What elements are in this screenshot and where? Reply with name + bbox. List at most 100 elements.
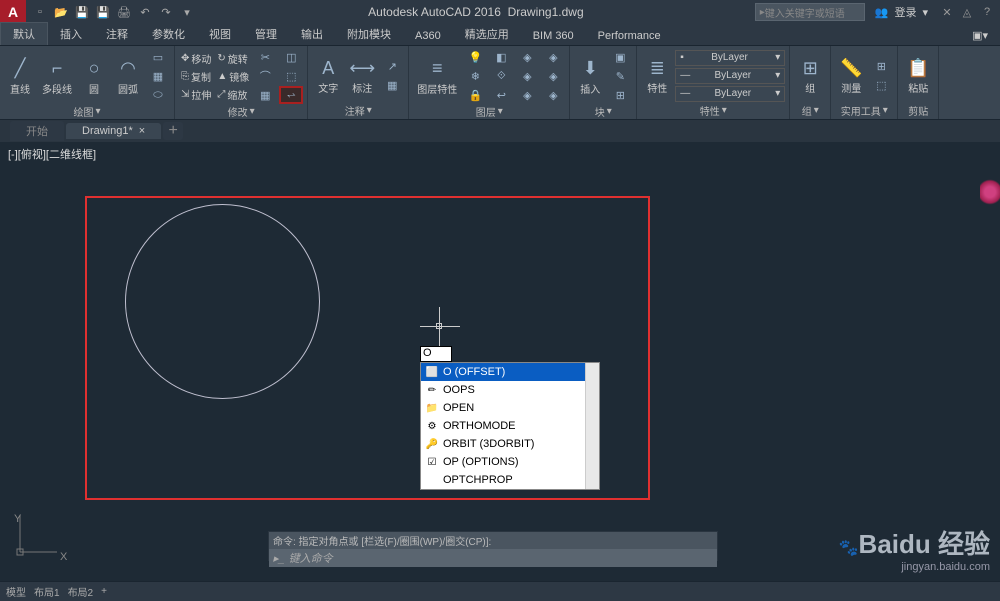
array-icon[interactable]: ▦ bbox=[253, 86, 277, 104]
layer-match-icon[interactable]: ⟐ bbox=[489, 67, 513, 85]
tab-featured[interactable]: 精选应用 bbox=[453, 23, 521, 45]
move-button[interactable]: ✥ 移动 bbox=[179, 50, 213, 67]
ac-item-orthomode[interactable]: ⚙ORTHOMODE bbox=[421, 417, 599, 435]
line-button[interactable]: ╱直线 bbox=[4, 55, 36, 98]
tab-output[interactable]: 输出 bbox=[289, 23, 335, 45]
add-tab-button[interactable]: + bbox=[163, 122, 183, 140]
insert-block-button[interactable]: ⬇插入 bbox=[574, 55, 606, 98]
tab-performance[interactable]: Performance bbox=[586, 27, 673, 45]
drawn-circle[interactable] bbox=[125, 204, 320, 399]
layer-lock-icon[interactable]: 🔒 bbox=[463, 86, 487, 104]
command-line[interactable]: 命令: 指定对角点或 [栏选(F)/圈围(WP)/圈交(CP)]: ▸_ 键入命… bbox=[268, 531, 718, 561]
ucs-icon[interactable]: Y X bbox=[12, 510, 62, 563]
tab-manage[interactable]: 管理 bbox=[243, 23, 289, 45]
layer-ex6-icon[interactable]: ◈ bbox=[541, 86, 565, 104]
qat-more-icon[interactable]: ▾ bbox=[177, 2, 197, 22]
drawing-canvas[interactable]: [-][俯视][二维线框] O ⬜O (OFFSET) ✏OOPS 📁OPEN … bbox=[0, 142, 1000, 581]
add-layout-icon[interactable]: + bbox=[101, 586, 107, 597]
plot-icon[interactable]: 🖨 bbox=[114, 2, 134, 22]
redo-icon[interactable]: ↷ bbox=[156, 2, 176, 22]
ac-item-oops[interactable]: ✏OOPS bbox=[421, 381, 599, 399]
calc-icon[interactable]: ⊞ bbox=[869, 57, 893, 75]
document-tabs: 开始 Drawing1*× + bbox=[0, 120, 1000, 142]
tab-bim360[interactable]: BIM 360 bbox=[521, 27, 586, 45]
tab-default[interactable]: 默认 bbox=[0, 22, 48, 45]
help-icon[interactable]: ? bbox=[978, 3, 996, 21]
dynamic-input[interactable]: O bbox=[420, 346, 452, 362]
arc-button[interactable]: ◠圆弧 bbox=[112, 55, 144, 98]
scale-button[interactable]: ⤢ 缩放 bbox=[215, 86, 251, 103]
saveas-icon[interactable]: 💾 bbox=[93, 2, 113, 22]
properties-button[interactable]: ≣特性 bbox=[641, 54, 673, 97]
tab-start[interactable]: 开始 bbox=[10, 121, 64, 141]
linetype-combo[interactable]: — ByLayer ▾ bbox=[675, 86, 785, 102]
layout2-tab[interactable]: 布局2 bbox=[68, 584, 94, 599]
exchange-icon[interactable]: ✕ bbox=[938, 3, 956, 21]
close-icon[interactable]: × bbox=[139, 125, 145, 137]
ac-item-optchprop[interactable]: OPTCHPROP bbox=[421, 471, 599, 489]
polyline-button[interactable]: ⌐多段线 bbox=[38, 55, 76, 98]
autocomplete-scrollbar[interactable] bbox=[585, 363, 599, 489]
color-combo[interactable]: ▪ ByLayer ▾ bbox=[675, 50, 785, 66]
layer-prev-icon[interactable]: ↩ bbox=[489, 86, 513, 104]
tab-drawing1[interactable]: Drawing1*× bbox=[66, 123, 161, 139]
edit-block-icon[interactable]: ✎ bbox=[608, 67, 632, 85]
hatch-icon[interactable]: ▦ bbox=[146, 67, 170, 85]
layout1-tab[interactable]: 布局1 bbox=[34, 584, 60, 599]
modify-extra2-icon[interactable]: ⬚ bbox=[279, 67, 303, 85]
group-button[interactable]: ⊞组 bbox=[794, 54, 826, 97]
mirror-button[interactable]: ▲ 镜像 bbox=[215, 68, 251, 85]
help-search-input[interactable]: ▸ 键入关键字或短语 bbox=[755, 3, 865, 21]
text-button[interactable]: A文字 bbox=[312, 54, 344, 97]
attr-block-icon[interactable]: ⊞ bbox=[608, 86, 632, 104]
lineweight-combo[interactable]: — ByLayer ▾ bbox=[675, 68, 785, 84]
create-block-icon[interactable]: ▣ bbox=[608, 48, 632, 66]
undo-icon[interactable]: ↶ bbox=[135, 2, 155, 22]
ac-item-offset[interactable]: ⬜O (OFFSET) bbox=[421, 363, 599, 381]
layer-ex1-icon[interactable]: ◈ bbox=[515, 48, 539, 66]
open-icon[interactable]: 📂 bbox=[51, 2, 71, 22]
select-icon[interactable]: ⬚ bbox=[869, 76, 893, 94]
layer-freeze-icon[interactable]: ❄ bbox=[463, 67, 487, 85]
command-input[interactable]: ▸_ 键入命令 bbox=[269, 549, 717, 567]
offset-button[interactable]: ⥋ bbox=[279, 86, 303, 104]
trim-icon[interactable]: ✂ bbox=[253, 48, 277, 66]
tab-insert[interactable]: 插入 bbox=[48, 23, 94, 45]
layer-props-button[interactable]: ≡图层特性 bbox=[413, 55, 461, 98]
layer-ex3-icon[interactable]: ◈ bbox=[515, 86, 539, 104]
measure-button[interactable]: 📏测量 bbox=[835, 54, 867, 97]
ellipse-icon[interactable]: ⬭ bbox=[146, 86, 170, 104]
tab-annotate[interactable]: 注释 bbox=[94, 23, 140, 45]
paste-button[interactable]: 📋粘贴 bbox=[902, 54, 934, 97]
ac-item-open[interactable]: 📁OPEN bbox=[421, 399, 599, 417]
rotate-button[interactable]: ↻ 旋转 bbox=[215, 50, 251, 67]
save-icon[interactable]: 💾 bbox=[72, 2, 92, 22]
tab-parametric[interactable]: 参数化 bbox=[140, 23, 197, 45]
leader-icon[interactable]: ↗ bbox=[380, 57, 404, 75]
table-icon[interactable]: ▦ bbox=[380, 76, 404, 94]
viewport-label[interactable]: [-][俯视][二维线框] bbox=[8, 146, 96, 162]
tab-a360[interactable]: A360 bbox=[403, 27, 453, 45]
layer-ex5-icon[interactable]: ◈ bbox=[541, 67, 565, 85]
new-icon[interactable]: ▫ bbox=[30, 2, 50, 22]
layer-color-icon[interactable]: ◧ bbox=[489, 48, 513, 66]
a360-icon[interactable]: ◬ bbox=[958, 3, 976, 21]
fillet-icon[interactable]: ⌒ bbox=[253, 67, 277, 85]
model-tab[interactable]: 模型 bbox=[6, 584, 26, 599]
stretch-button[interactable]: ⇲ 拉伸 bbox=[179, 86, 213, 103]
app-logo[interactable]: A bbox=[0, 0, 26, 24]
rect-icon[interactable]: ▭ bbox=[146, 48, 170, 66]
modify-extra1-icon[interactable]: ◫ bbox=[279, 48, 303, 66]
tab-view[interactable]: 视图 bbox=[197, 23, 243, 45]
tab-addins[interactable]: 附加模块 bbox=[335, 23, 403, 45]
dimension-button[interactable]: ⟷标注 bbox=[346, 54, 378, 97]
login-area[interactable]: 👥 登录 ▾ bbox=[875, 4, 928, 20]
layer-ex2-icon[interactable]: ◈ bbox=[515, 67, 539, 85]
ribbon-collapse-icon[interactable]: ▣▾ bbox=[960, 26, 1000, 45]
layer-ex4-icon[interactable]: ◈ bbox=[541, 48, 565, 66]
ac-item-options[interactable]: ☑OP (OPTIONS) bbox=[421, 453, 599, 471]
circle-button[interactable]: ○圆 bbox=[78, 55, 110, 98]
layer-on-icon[interactable]: 💡 bbox=[463, 48, 487, 66]
copy-button[interactable]: ⎘ 复制 bbox=[179, 68, 213, 85]
ac-item-orbit[interactable]: 🔑ORBIT (3DORBIT) bbox=[421, 435, 599, 453]
